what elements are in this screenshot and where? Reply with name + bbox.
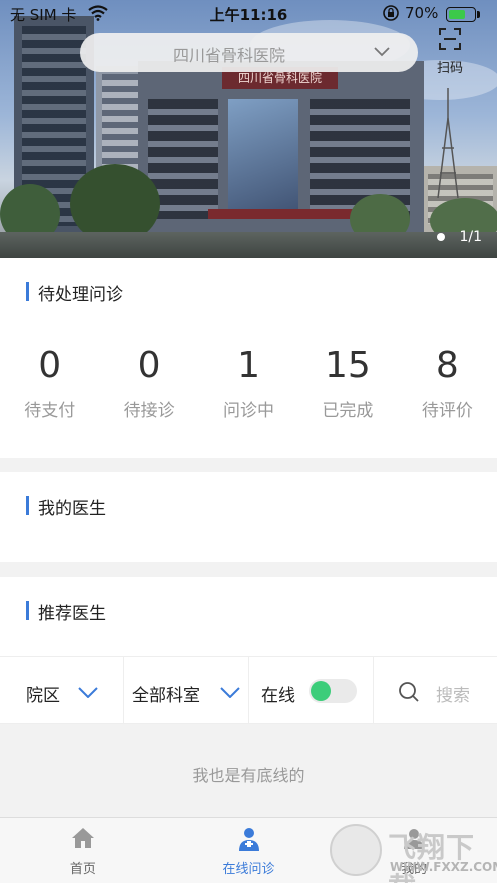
hospital-selector[interactable]: 四川省骨科医院 [80,33,418,72]
rotation-lock-icon [383,5,399,21]
battery-level [449,10,466,19]
end-of-list-text: 我也是有底线的 [192,766,305,785]
home-icon [71,828,94,848]
entrance-banner [208,209,368,219]
consultation-stats: 0 待支付 0 待接诊 1 问诊中 15 已完成 8 待评价 [0,345,497,422]
chevron-down-icon [78,687,98,698]
hospital-banner[interactable]: 四川省骨科医院 无 SIM 卡 上午11:16 70% 四川省骨科医院 扫码 1… [0,0,497,258]
online-filter-label: 在线 [261,686,295,706]
status-bar: 无 SIM 卡 上午11:16 70% [0,0,497,28]
stat-label: 已完成 [322,401,374,421]
pending-consultations-card: 待处理问诊 0 待支付 0 待接诊 1 问诊中 15 已完成 8 待评价 [0,258,497,458]
search-input[interactable]: 搜索 [436,681,470,706]
stat-in-consultation[interactable]: 1 问诊中 [199,345,298,422]
battery-icon [446,7,476,22]
watermark-logo [330,824,382,876]
stat-value: 0 [137,345,161,386]
section-title-pending: 待处理问诊 [26,280,123,305]
watermark-site: WWW.FXXZ.COM [390,860,497,874]
doctor-filter-bar: 院区 全部科室 在线 搜索 [0,656,497,724]
stat-label: 待接诊 [123,401,175,421]
battery-tip [477,11,480,18]
tab-label: 在线问诊 [222,862,275,877]
chevron-down-icon [220,687,240,698]
tab-online-consultation[interactable]: 在线问诊 [166,818,332,883]
hospital-name: 四川省骨科医院 [172,46,285,65]
toggle-knob [311,681,331,701]
section-title-my-doctors: 我的医生 [26,494,106,519]
stat-value: 8 [435,345,459,386]
stat-completed[interactable]: 15 已完成 [298,345,397,422]
scan-label: 扫码 [436,61,463,76]
online-toggle[interactable] [309,679,357,703]
stat-awaiting-review[interactable]: 8 待评价 [398,345,497,422]
banner-indicator: 1/1 [437,229,482,245]
online-filter[interactable]: 在线 [249,657,374,723]
tab-label: 首页 [69,862,96,877]
banner-page-count: 1/1 [459,229,482,245]
campus-filter[interactable]: 院区 [0,657,124,723]
watermark: 飞翔下载 WWW.FXXZ.COM [330,822,497,883]
tab-home[interactable]: 首页 [0,818,166,883]
chevron-down-icon [374,47,390,57]
recommended-doctors-card: 推荐医生 [0,577,497,657]
watermark-brand: 飞翔下载 [388,831,476,883]
page-dot [437,233,446,241]
street [0,232,497,258]
stat-value: 15 [325,345,371,386]
department-filter-label: 全部科室 [132,686,200,706]
stat-value: 0 [38,345,62,386]
stat-awaiting-payment[interactable]: 0 待支付 [0,345,99,422]
my-doctors-card[interactable]: 我的医生 [0,472,497,562]
section-title-recommended: 推荐医生 [26,599,106,624]
doctor-search[interactable]: 搜索 [374,657,497,723]
doctor-icon [238,828,259,851]
campus-filter-label: 院区 [26,686,60,706]
scan-icon [439,28,461,50]
department-filter[interactable]: 全部科室 [124,657,249,723]
search-icon [399,682,419,702]
stat-label: 问诊中 [223,401,275,421]
stat-awaiting-acceptance[interactable]: 0 待接诊 [99,345,198,422]
scan-button[interactable]: 扫码 [430,28,470,76]
stat-label: 待支付 [24,401,76,421]
stat-value: 1 [237,345,260,386]
tv-tower [437,88,459,198]
battery-percent: 70% [405,4,439,22]
stat-label: 待评价 [421,401,473,421]
